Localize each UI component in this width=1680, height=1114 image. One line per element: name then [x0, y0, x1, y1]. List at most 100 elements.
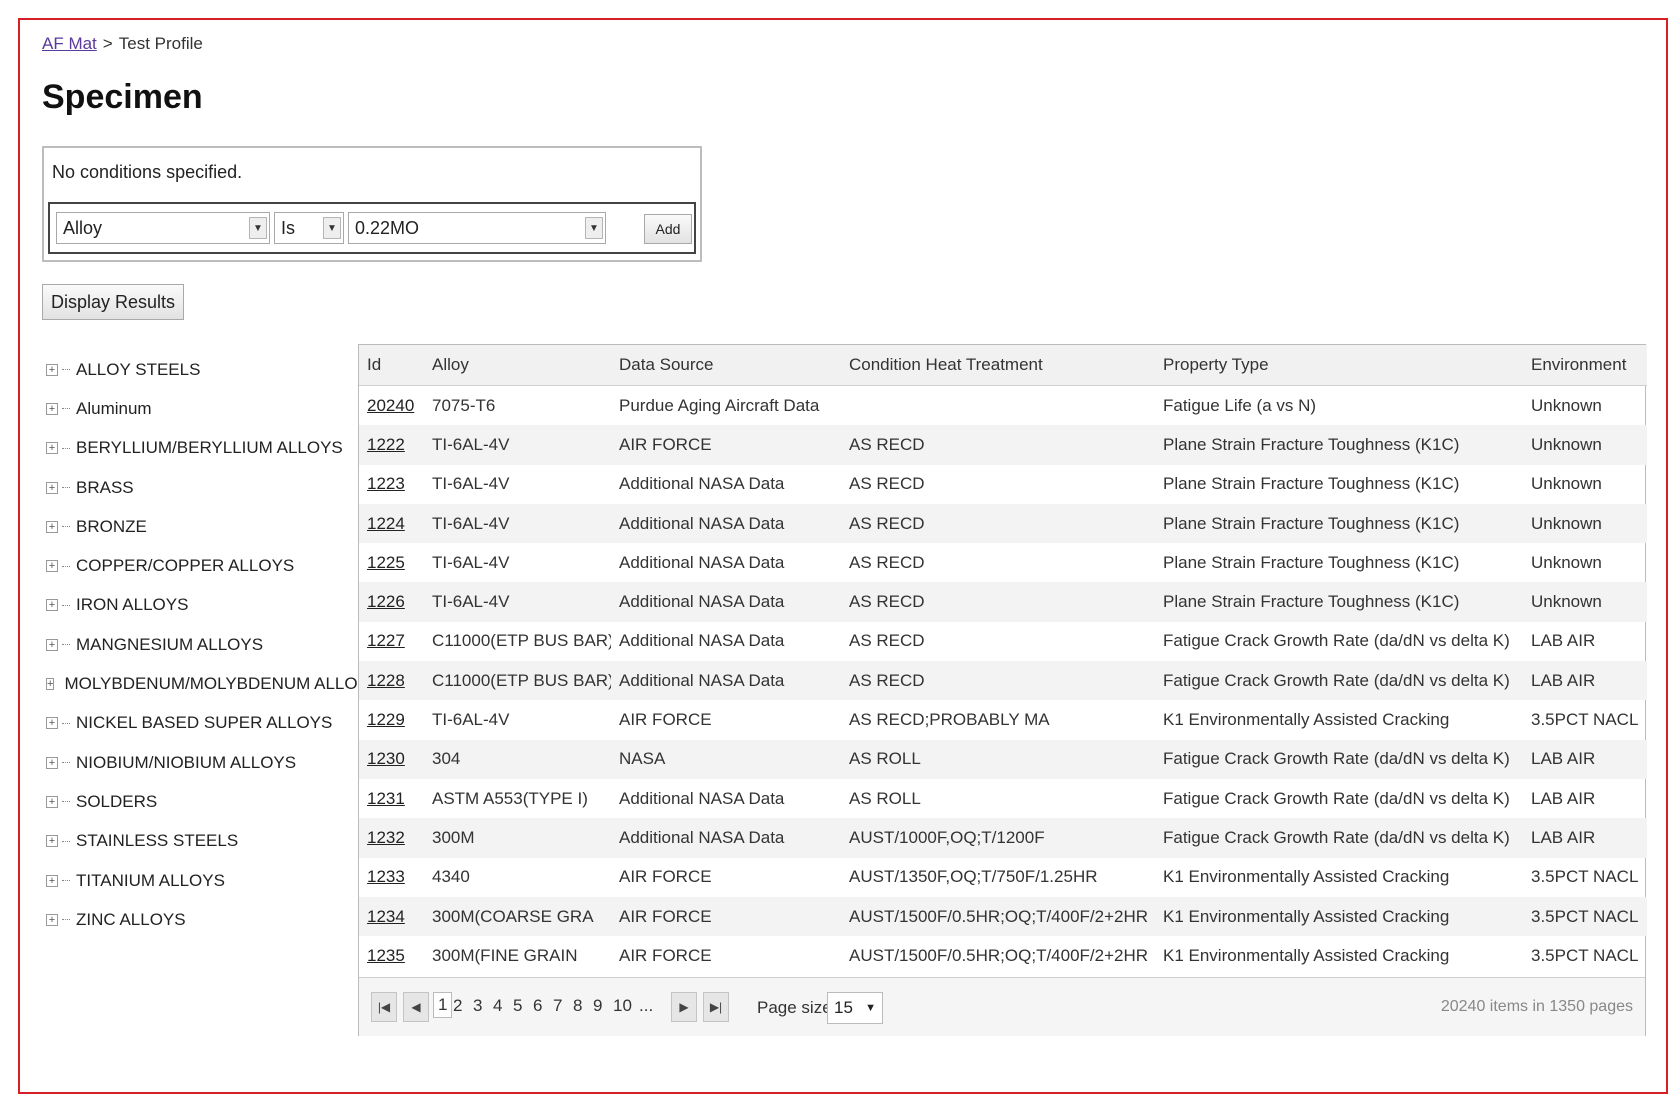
page-size-select[interactable]: 15 ▼: [827, 992, 883, 1024]
tree-item[interactable]: + TITANIUM ALLOYS: [46, 861, 356, 900]
tree-item[interactable]: + NICKEL BASED SUPER ALLOYS: [46, 704, 356, 743]
record-id-link[interactable]: 1227: [367, 631, 405, 650]
record-id-link[interactable]: 1229: [367, 710, 405, 729]
table-row[interactable]: 1223 TI-6AL-4V Additional NASA Data AS RECD…: [359, 465, 1647, 504]
table-row[interactable]: 1227 C11000(ETP BUS BAR) Additional NASA D…: [359, 622, 1647, 661]
last-page-icon[interactable]: ▶|: [703, 992, 729, 1022]
record-id-link[interactable]: 1228: [367, 671, 405, 690]
chevron-down-icon[interactable]: ▼: [249, 217, 267, 239]
tree-item[interactable]: + MOLYBDENUM/MOLYBDENUM ALLOYS: [46, 664, 380, 703]
tree-item[interactable]: + ZINC ALLOYS: [46, 900, 356, 939]
prev-page-icon[interactable]: ◀: [403, 992, 429, 1022]
expand-icon[interactable]: +: [46, 795, 58, 808]
add-condition-button[interactable]: Add: [644, 214, 692, 244]
column-header[interactable]: Environment: [1523, 345, 1647, 386]
breadcrumb-root-link[interactable]: AF Mat: [42, 34, 97, 53]
page-number-link[interactable]: 7: [553, 996, 562, 1016]
table-row[interactable]: 1225 TI-6AL-4V Additional NASA Data AS RECD…: [359, 543, 1647, 582]
expand-icon[interactable]: +: [46, 402, 58, 415]
results-table: Id Alloy Data Source Condition Heat Treatme…: [359, 345, 1647, 975]
next-page-icon[interactable]: ▶: [671, 992, 697, 1022]
chevron-down-icon[interactable]: ▼: [323, 217, 341, 239]
table-cell: 300M: [424, 818, 611, 858]
expand-icon[interactable]: +: [46, 599, 58, 612]
record-id-link[interactable]: 1223: [367, 474, 405, 493]
page-number-link[interactable]: 3: [473, 996, 482, 1016]
table-row[interactable]: 1226 TI-6AL-4V Additional NASA Data AS RECD…: [359, 582, 1647, 622]
page-number-link[interactable]: 8: [573, 996, 582, 1016]
breadcrumb: AF Mat > Test Profile: [42, 34, 203, 54]
page-number-link[interactable]: 2: [453, 996, 462, 1016]
expand-icon[interactable]: +: [46, 913, 58, 926]
page-number-link[interactable]: 9: [593, 996, 602, 1016]
column-header[interactable]: Property Type: [1155, 345, 1523, 386]
tree-item[interactable]: + NIOBIUM/NIOBIUM ALLOYS: [46, 743, 356, 782]
table-cell: 1228: [359, 661, 424, 701]
expand-icon[interactable]: +: [46, 481, 58, 494]
table-cell: AIR FORCE: [619, 710, 712, 730]
table-row[interactable]: 20240 7075-T6 Purdue Aging Aircraft Data Fa…: [359, 386, 1647, 426]
expand-icon[interactable]: +: [46, 638, 58, 651]
expand-icon[interactable]: +: [46, 874, 58, 887]
expand-icon[interactable]: +: [46, 678, 55, 691]
table-row[interactable]: 1224 TI-6AL-4V Additional NASA Data AS RECD…: [359, 503, 1647, 544]
tree-item[interactable]: + ALLOY STEELS: [46, 350, 356, 389]
table-row[interactable]: 1222 TI-6AL-4V AIR FORCE AS RECD Plane Strai…: [359, 425, 1647, 465]
display-results-button[interactable]: Display Results: [42, 284, 184, 320]
tree-item[interactable]: + STAINLESS STEELS: [46, 822, 356, 861]
expand-icon[interactable]: +: [46, 442, 58, 455]
table-cell: Plane Strain Fracture Toughness (K1C): [1155, 503, 1523, 544]
table-row[interactable]: 1235 300M(FINE GRAIN AIR FORCE AUST/1500F/0…: [359, 936, 1647, 975]
expand-icon[interactable]: +: [46, 520, 58, 533]
value-select[interactable]: 0.22MO ▼: [348, 212, 606, 244]
expand-icon[interactable]: +: [46, 560, 58, 573]
tree-item-label: NICKEL BASED SUPER ALLOYS: [76, 713, 333, 733]
tree-item[interactable]: + IRON ALLOYS: [46, 586, 356, 625]
record-id-link[interactable]: 1222: [367, 435, 405, 454]
first-page-icon[interactable]: |◀: [371, 992, 397, 1022]
column-header[interactable]: Id: [359, 345, 424, 386]
tree-item[interactable]: + Aluminum: [46, 389, 356, 428]
expand-icon[interactable]: +: [46, 363, 58, 376]
table-row[interactable]: 1233 4340 AIR FORCE AUST/1350F,OQ;T/750F/1.…: [359, 858, 1647, 897]
column-header[interactable]: Data Source: [611, 345, 841, 386]
record-id-link[interactable]: 1233: [367, 867, 405, 886]
page-number-link[interactable]: ...: [639, 996, 653, 1016]
record-id-link[interactable]: 1226: [367, 592, 405, 611]
tree-item[interactable]: + BERYLLIUM/BERYLLIUM ALLOYS: [46, 429, 356, 468]
table-cell: 1226: [359, 582, 424, 622]
expand-icon[interactable]: +: [46, 717, 58, 730]
chevron-down-icon[interactable]: ▼: [585, 217, 603, 239]
expand-icon[interactable]: +: [46, 835, 58, 848]
tree-item[interactable]: + BRASS: [46, 468, 356, 507]
field-select[interactable]: Alloy ▼: [56, 212, 270, 244]
table-row[interactable]: 1230 304 NASA AS ROLL Fatigue Crack Growth R…: [359, 739, 1647, 779]
record-id-link[interactable]: 1231: [367, 789, 405, 808]
page-number-link[interactable]: 1: [433, 992, 453, 1018]
expand-icon[interactable]: +: [46, 756, 58, 769]
page-number-link[interactable]: 4: [493, 996, 502, 1016]
record-id-link[interactable]: 1234: [367, 907, 405, 926]
column-header[interactable]: Condition Heat Treatment: [841, 345, 1155, 386]
tree-item[interactable]: + BRONZE: [46, 507, 356, 546]
page-number-link[interactable]: 5: [513, 996, 522, 1016]
table-row[interactable]: 1234 300M(COARSE GRA AIR FORCE AUST/1500F/0…: [359, 896, 1647, 937]
record-id-link[interactable]: 1230: [367, 749, 405, 768]
tree-item[interactable]: + SOLDERS: [46, 782, 356, 821]
page-number-link[interactable]: 6: [533, 996, 542, 1016]
table-row[interactable]: 1229 TI-6AL-4V AIR FORCE AS RECD;PROBABLY M…: [359, 700, 1647, 739]
page-number-link[interactable]: 10: [613, 996, 632, 1016]
tree-item[interactable]: + COPPER/COPPER ALLOYS: [46, 546, 356, 585]
operator-select[interactable]: Is ▼: [274, 212, 344, 244]
chevron-down-icon[interactable]: ▼: [865, 993, 876, 1023]
table-row[interactable]: 1231 ASTM A553(TYPE I) Additional NASA Dat…: [359, 779, 1647, 818]
tree-item[interactable]: + MANGNESIUM ALLOYS: [46, 625, 356, 664]
record-id-link[interactable]: 1224: [367, 514, 405, 533]
record-id-link[interactable]: 1225: [367, 553, 405, 572]
record-id-link[interactable]: 1232: [367, 828, 405, 847]
record-id-link[interactable]: 1235: [367, 946, 405, 965]
table-row[interactable]: 1232 300M Additional NASA Data AUST/1000F,O…: [359, 818, 1647, 858]
column-header[interactable]: Alloy: [424, 345, 611, 386]
table-row[interactable]: 1228 C11000(ETP BUS BAR) Additional NASA D…: [359, 661, 1647, 701]
record-id-link[interactable]: 20240: [367, 396, 414, 415]
